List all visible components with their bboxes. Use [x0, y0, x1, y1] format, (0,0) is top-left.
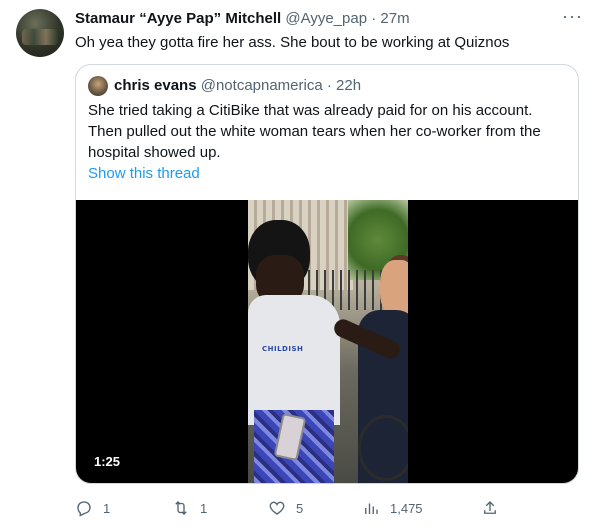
views-button[interactable]: 1,475	[362, 496, 423, 520]
views-icon	[365, 503, 378, 514]
video-frame: CHILDISH	[248, 200, 408, 483]
quoted-author-avatar	[88, 76, 108, 96]
retweet-icon	[175, 501, 187, 515]
quoted-tweet[interactable]: chris evans @notcapnamerica · 22h She tr…	[75, 64, 579, 484]
author-avatar[interactable]	[16, 9, 64, 57]
quoted-tweet-time: 22h	[336, 77, 362, 94]
author-name[interactable]: Stamaur “Ayye Pap” Mitchell	[75, 10, 281, 27]
tweet-text: Oh yea they gotta fire her ass. She bout…	[75, 34, 510, 51]
quoted-author-handle: @notcapnamerica	[200, 77, 323, 94]
author-handle[interactable]: @Ayye_pap	[285, 10, 367, 27]
views-count: 1,475	[390, 500, 423, 516]
like-count: 5	[296, 500, 304, 516]
share-button[interactable]	[481, 496, 499, 520]
more-options-icon[interactable]: ···	[562, 6, 582, 26]
quoted-tweet-header: chris evans @notcapnamerica · 22h	[114, 77, 361, 94]
avatar-photo	[22, 29, 58, 45]
show-thread-link[interactable]: Show this thread	[88, 165, 200, 182]
retweet-count: 1	[200, 500, 208, 516]
heart-icon	[269, 501, 285, 515]
video-man-shirt: CHILDISH	[248, 295, 340, 425]
share-icon	[484, 501, 496, 514]
quoted-tweet-text: She tried taking a CitiBike that was alr…	[88, 102, 541, 161]
tweet-header: Stamaur “Ayye Pap” Mitchell @Ayye_pap · …	[75, 10, 410, 27]
quoted-author-name: chris evans	[114, 77, 197, 94]
tweet-time[interactable]: 27m	[380, 10, 409, 27]
video-woman-face	[380, 260, 408, 316]
reply-count: 1	[103, 500, 111, 516]
reply-button[interactable]: 1	[75, 496, 110, 520]
quoted-header-separator: ·	[326, 77, 332, 94]
retweet-button[interactable]: 1	[172, 496, 207, 520]
reply-icon	[77, 501, 91, 517]
video-player[interactable]: CHILDISH 1:25	[76, 200, 578, 483]
header-separator: ·	[371, 10, 377, 27]
tweet-actions: 1 1 5 1,475	[75, 496, 505, 520]
shirt-logo: CHILDISH	[262, 345, 304, 353]
like-button[interactable]: 5	[268, 496, 303, 520]
video-duration: 1:25	[90, 452, 125, 471]
video-bike	[358, 415, 408, 481]
